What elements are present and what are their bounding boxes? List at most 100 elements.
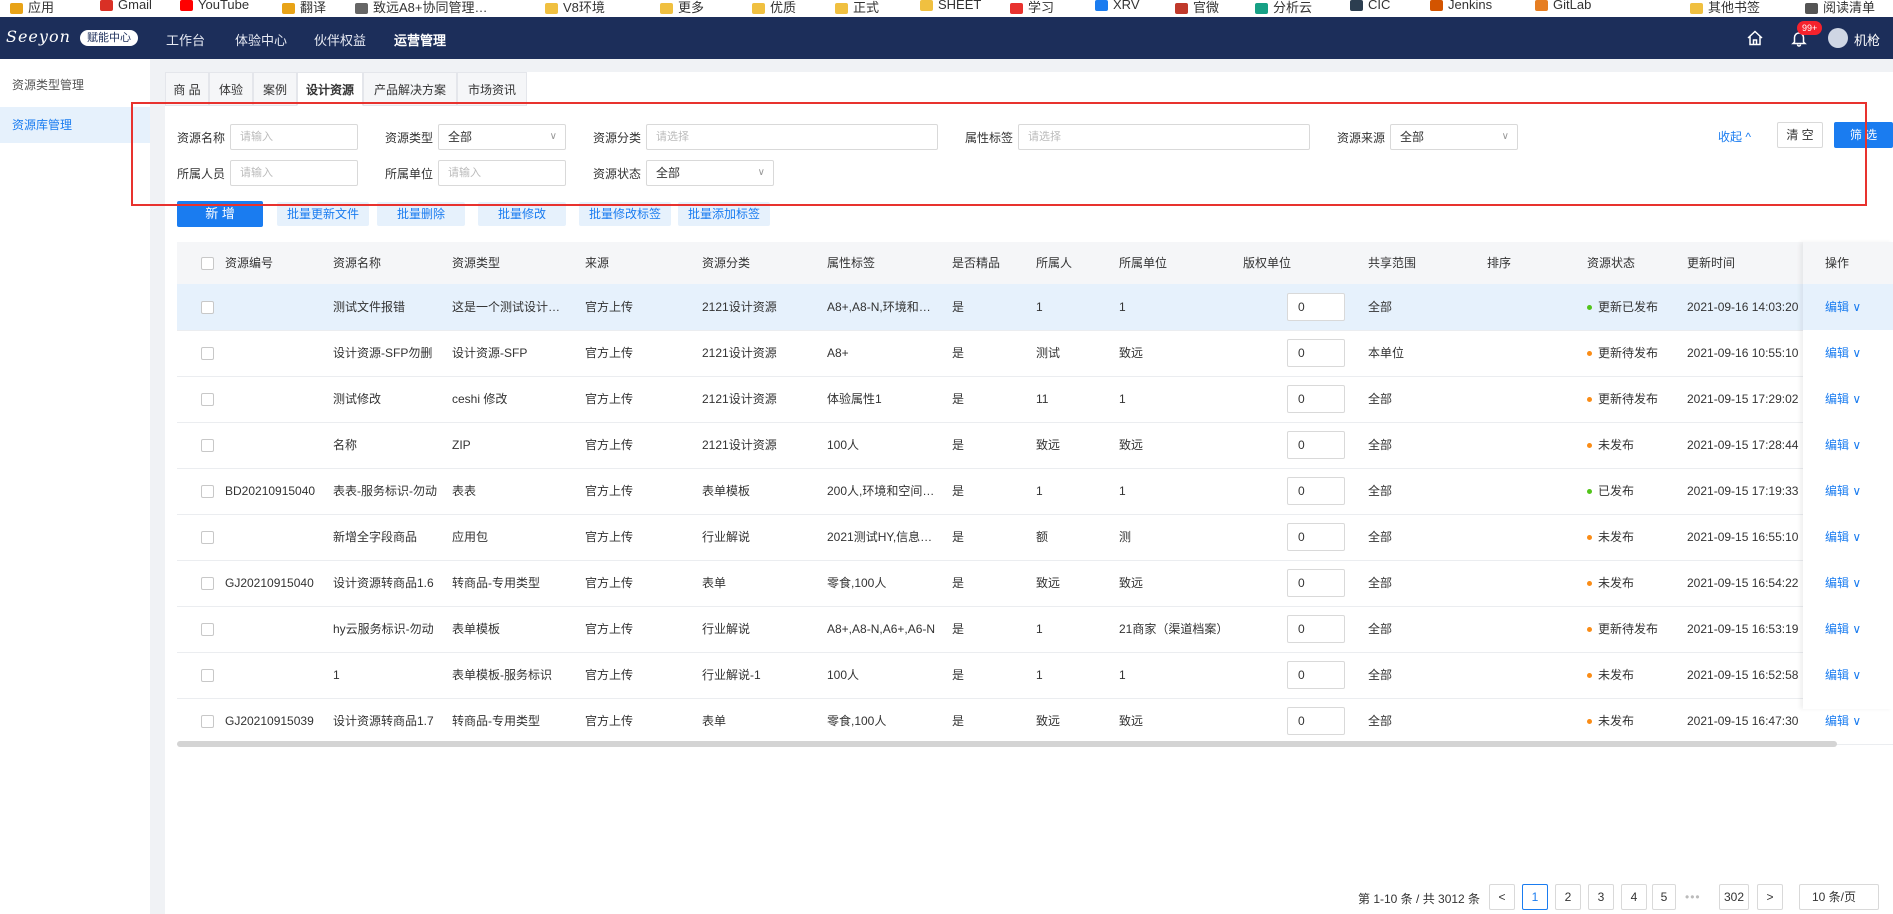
user-name[interactable]: 机枪: [1854, 30, 1880, 49]
batch-add-tags-button[interactable]: 批量添加标签: [678, 202, 770, 226]
edit-dropdown-link[interactable]: 编辑 ∨: [1803, 468, 1893, 514]
select-all-checkbox[interactable]: [201, 257, 214, 270]
tab-goods[interactable]: 商 品: [165, 72, 209, 106]
page-2[interactable]: 2: [1555, 884, 1581, 910]
avatar[interactable]: [1828, 28, 1848, 48]
tab-cases[interactable]: 案例: [253, 72, 297, 106]
batch-edit-tags-button[interactable]: 批量修改标签: [579, 202, 671, 226]
new-button[interactable]: 新 增: [177, 201, 263, 227]
nav-workbench[interactable]: 工作台: [166, 30, 205, 49]
sort-order-input[interactable]: 0: [1287, 431, 1345, 459]
bookmark-item[interactable]: 其他书签: [1690, 0, 1760, 16]
edit-dropdown-link[interactable]: 编辑 ∨: [1803, 698, 1893, 744]
row-checkbox[interactable]: [201, 623, 214, 636]
table-row[interactable]: 新增全字段商品 应用包 官方上传 行业解说 2021测试HY,信息化建设是 额 测 全部 0 未发…: [177, 514, 1893, 561]
resource-source-select[interactable]: 全部 ∨: [1390, 124, 1518, 150]
tab-product-solutions[interactable]: 产品解决方案: [363, 72, 457, 106]
prev-page-button[interactable]: <: [1489, 884, 1515, 910]
batch-update-files-button[interactable]: 批量更新文件: [277, 202, 369, 226]
horizontal-scrollbar[interactable]: [177, 741, 1837, 747]
unit-input[interactable]: 请输入: [438, 160, 566, 186]
table-row[interactable]: 测试修改 ceshi 修改 官方上传 2121设计资源 体验属性1 是 11 1 全部 0 更新待发…: [177, 376, 1893, 423]
sidebar-item-resource-library-management[interactable]: 资源库管理: [0, 107, 150, 143]
edit-dropdown-link[interactable]: 编辑 ∨: [1803, 514, 1893, 560]
edit-dropdown-link[interactable]: 编辑 ∨: [1803, 606, 1893, 652]
page-last[interactable]: 302: [1719, 884, 1749, 910]
next-page-button[interactable]: >: [1757, 884, 1783, 910]
resource-type-select[interactable]: 全部 ∨: [438, 124, 566, 150]
sort-order-input[interactable]: 0: [1287, 523, 1345, 551]
tab-design-resources[interactable]: 设计资源: [297, 72, 363, 106]
bookmark-item[interactable]: V8环境: [545, 0, 605, 16]
table-row[interactable]: GJ20210915039 设计资源转商品1.7 转商品-专用类型 官方上传 表单 零食,…: [177, 698, 1893, 745]
row-checkbox[interactable]: [201, 301, 214, 314]
page-1[interactable]: 1: [1522, 884, 1548, 910]
sort-order-input[interactable]: 0: [1287, 385, 1345, 413]
row-checkbox[interactable]: [201, 531, 214, 544]
edit-dropdown-link[interactable]: 编辑 ∨: [1803, 652, 1893, 698]
bookmark-item[interactable]: 分析云: [1255, 0, 1312, 16]
resource-name-input[interactable]: 请输入: [230, 124, 358, 150]
owner-input[interactable]: 请输入: [230, 160, 358, 186]
row-checkbox[interactable]: [201, 669, 214, 682]
nav-experience-center[interactable]: 体验中心: [235, 30, 287, 49]
edit-dropdown-link[interactable]: 编辑 ∨: [1803, 560, 1893, 606]
tab-experience[interactable]: 体验: [209, 72, 253, 106]
page-size-select[interactable]: 10 条/页: [1799, 884, 1879, 910]
sort-order-input[interactable]: 0: [1287, 339, 1345, 367]
row-checkbox[interactable]: [201, 393, 214, 406]
page-3[interactable]: 3: [1588, 884, 1614, 910]
bookmark-item[interactable]: XRV: [1095, 0, 1140, 12]
attribute-tag-select[interactable]: 请选择: [1018, 124, 1310, 150]
row-checkbox[interactable]: [201, 577, 214, 590]
bookmark-item[interactable]: 更多: [660, 0, 704, 16]
bookmark-item[interactable]: SHEET: [920, 0, 981, 12]
bookmark-item[interactable]: 应用: [10, 0, 54, 16]
table-row[interactable]: hy云服务标识-勿动 表单模板 官方上传 行业解说 A8+,A8-N,A6+,A6-N 是…: [177, 606, 1893, 653]
bookmark-item[interactable]: 致远A8+协同管理…: [355, 0, 488, 16]
bookmark-item[interactable]: 学习: [1010, 0, 1054, 16]
bookmark-item[interactable]: Gmail: [100, 0, 152, 12]
sort-order-input[interactable]: 0: [1287, 707, 1345, 735]
nav-operations-management[interactable]: 运营管理: [394, 30, 446, 49]
sort-order-input[interactable]: 0: [1287, 661, 1345, 689]
edit-dropdown-link[interactable]: 编辑 ∨: [1803, 376, 1893, 422]
bookmark-item[interactable]: 官微: [1175, 0, 1219, 16]
table-row[interactable]: GJ20210915040 设计资源转商品1.6 转商品-专用类型 官方上传 表单 零食,…: [177, 560, 1893, 607]
page-ellipsis[interactable]: •••: [1685, 884, 1701, 910]
bookmark-item[interactable]: 正式: [835, 0, 879, 16]
table-row[interactable]: 设计资源-SFP勿删 设计资源-SFP 官方上传 2121设计资源 A8+ 是 测试 致远 本单…: [177, 330, 1893, 377]
bookmark-item[interactable]: CIC: [1350, 0, 1390, 12]
bookmark-item[interactable]: YouTube: [180, 0, 249, 12]
seeyon-logo[interactable]: Seeyon: [6, 27, 71, 46]
bookmark-item[interactable]: 翻译: [282, 0, 326, 16]
row-checkbox[interactable]: [201, 347, 214, 360]
edit-dropdown-link[interactable]: 编辑 ∨: [1803, 422, 1893, 468]
sort-order-input[interactable]: 0: [1287, 569, 1345, 597]
page-4[interactable]: 4: [1621, 884, 1647, 910]
table-row[interactable]: BD20210915040 表表-服务标识-勿动 表表 官方上传 表单模板 200人,环境…: [177, 468, 1893, 515]
tab-market-news[interactable]: 市场资讯: [457, 72, 527, 106]
bookmark-item[interactable]: 阅读清单: [1805, 0, 1875, 16]
collapse-filters-link[interactable]: 收起 ^: [1718, 128, 1751, 145]
status-select[interactable]: 全部 ∨: [646, 160, 774, 186]
sort-order-input[interactable]: 0: [1287, 615, 1345, 643]
row-checkbox[interactable]: [201, 439, 214, 452]
resource-category-select[interactable]: 请选择: [646, 124, 938, 150]
filter-button[interactable]: 筛 选: [1834, 122, 1893, 148]
sort-order-input[interactable]: 0: [1287, 477, 1345, 505]
batch-delete-button[interactable]: 批量删除: [377, 202, 465, 226]
edit-dropdown-link[interactable]: 编辑 ∨: [1803, 330, 1893, 376]
sidebar-item-resource-type-management[interactable]: 资源类型管理: [0, 67, 150, 103]
bookmark-item[interactable]: GitLab: [1535, 0, 1591, 12]
table-row[interactable]: 名称 ZIP 官方上传 2121设计资源 100人 是 致远 致远 全部 0 未发布 2021-09-…: [177, 422, 1893, 469]
page-5[interactable]: 5: [1652, 884, 1676, 910]
edit-dropdown-link[interactable]: 编辑 ∨: [1803, 284, 1893, 330]
clear-button[interactable]: 清 空: [1777, 122, 1823, 148]
batch-edit-button[interactable]: 批量修改: [478, 202, 566, 226]
bookmark-item[interactable]: 优质: [752, 0, 796, 16]
row-checkbox[interactable]: [201, 485, 214, 498]
table-row[interactable]: 1 表单模板-服务标识 官方上传 行业解说-1 100人 是 1 1 全部 0 未发布 2021-09…: [177, 652, 1893, 699]
table-row[interactable]: 测试文件报错 这是一个测试设计资源 官方上传 2121设计资源 A8+,A8-N,环境和…: [177, 284, 1893, 331]
sort-order-input[interactable]: 0: [1287, 293, 1345, 321]
